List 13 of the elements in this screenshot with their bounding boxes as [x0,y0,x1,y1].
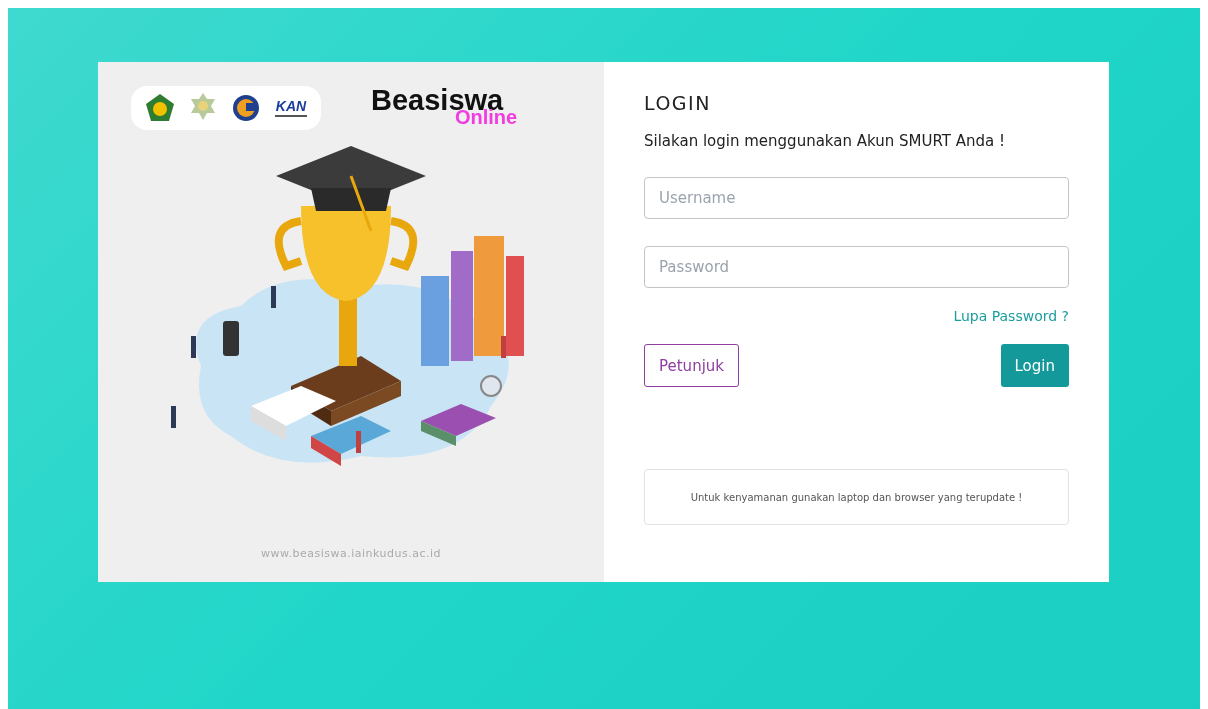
circle-logo-icon [231,93,261,123]
notice-box: Untuk kenyamanan gunakan laptop dan browser yang terupdate ! [644,469,1069,525]
login-instruction: Silakan login menggunakan Akun SMURT Anda ! [644,132,1006,150]
login-title: LOGIN [644,92,712,114]
password-field[interactable]: Password [644,246,1069,288]
kan-logo-text: KAN [275,99,307,113]
guide-button[interactable]: Petunjuk [644,344,739,387]
logo-underline [275,115,307,117]
forgot-password-link[interactable]: Lupa Password ? [953,308,1069,324]
website-url: www.beasiswa.iainkudus.ac.id [260,547,442,560]
login-button[interactable]: Login [1000,344,1069,387]
username-field[interactable]: Username [644,177,1069,219]
emblem-icon [145,93,175,123]
